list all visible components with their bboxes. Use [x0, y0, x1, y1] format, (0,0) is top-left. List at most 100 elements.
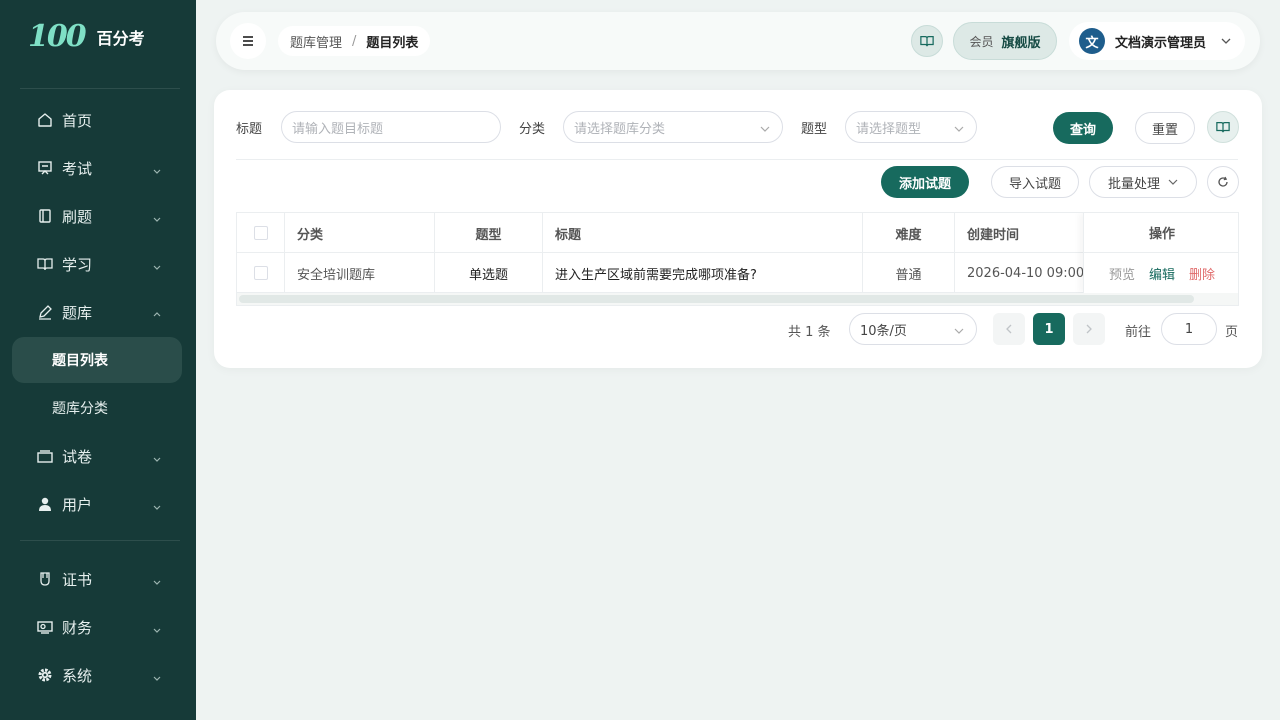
hamburger-icon	[243, 36, 253, 46]
column-header-type[interactable]: 题型	[435, 213, 543, 253]
chevron-down-icon	[1168, 179, 1178, 185]
column-header-actions: 操作	[1084, 213, 1238, 253]
user-menu[interactable]: 文 文档演示管理员	[1069, 22, 1245, 60]
page-number-button[interactable]: 1	[1033, 313, 1065, 345]
category-select[interactable]: 请选择题库分类	[563, 111, 783, 143]
select-all-cell	[237, 213, 285, 253]
sidebar-item-finance[interactable]: 财务	[12, 604, 182, 650]
sidebar-item-label: 系统	[62, 666, 93, 685]
logo-mark: 100	[28, 19, 87, 54]
sidebar-item-label: 试卷	[62, 447, 93, 466]
chevron-down-icon	[954, 325, 964, 340]
delete-link[interactable]: 删除	[1189, 264, 1215, 283]
type-select[interactable]: 请选择题型	[845, 111, 977, 143]
edit-link[interactable]: 编辑	[1149, 264, 1175, 283]
docs-button[interactable]	[911, 25, 943, 57]
finance-icon	[36, 618, 54, 636]
sidebar-item-exam[interactable]: 考试	[12, 145, 182, 191]
sidebar-item-certificates[interactable]: 证书	[12, 556, 182, 602]
title-filter-label: 标题	[236, 122, 263, 137]
user-name: 文档演示管理员	[1115, 35, 1207, 51]
batch-actions-label: 批量处理	[1107, 176, 1160, 192]
breadcrumb: 题库管理 / 题目列表	[278, 26, 431, 56]
sidebar-item-label: 题库分类	[52, 401, 108, 417]
sidebar: 100 百分考 首页 考试 刷题 学习 题库 题目列表 题库分类 试卷 用户 证…	[0, 0, 196, 720]
sidebar-item-papers[interactable]: 试卷	[12, 433, 182, 479]
chevron-right-icon	[1086, 324, 1092, 334]
total-count: 共 1 条	[788, 325, 831, 340]
row-actions: 预览 编辑 删除	[1084, 253, 1238, 293]
goto-page-input[interactable]: 1	[1161, 313, 1217, 345]
paper-icon	[36, 447, 54, 465]
title-search-input[interactable]: 请输入题目标题	[281, 111, 501, 143]
sidebar-item-question-bank[interactable]: 题库	[12, 289, 182, 335]
page-suffix: 页	[1225, 325, 1239, 340]
sidebar-item-label: 证书	[62, 570, 93, 589]
member-plan: 旗舰版	[1001, 35, 1041, 51]
reset-button[interactable]: 重置	[1135, 112, 1195, 144]
avatar: 文	[1079, 28, 1105, 54]
row-checkbox[interactable]	[253, 266, 268, 280]
divider	[20, 88, 180, 89]
chevron-up-icon	[152, 306, 162, 324]
chevron-down-icon	[152, 573, 162, 591]
title-input-placeholder: 请输入题目标题	[292, 121, 384, 137]
chevron-down-icon	[1221, 38, 1231, 44]
divider	[20, 540, 180, 541]
type-filter-label: 题型	[801, 122, 828, 137]
sidebar-item-label: 学习	[62, 255, 93, 274]
sidebar-item-question-list[interactable]: 题目列表	[12, 337, 182, 383]
breadcrumb-current: 题目列表	[366, 35, 419, 51]
logo[interactable]: 100 百分考	[28, 22, 145, 52]
book-icon	[36, 255, 54, 273]
chevron-down-icon	[152, 210, 162, 228]
prev-page-button[interactable]	[993, 313, 1025, 345]
preview-link[interactable]: 预览	[1109, 264, 1135, 283]
select-all-checkbox[interactable]	[253, 226, 268, 240]
add-question-button[interactable]: 添加试题	[881, 166, 969, 198]
exam-icon	[36, 159, 54, 177]
sidebar-item-practice[interactable]: 刷题	[12, 193, 182, 239]
next-page-button[interactable]	[1073, 313, 1105, 345]
gear-icon	[36, 666, 54, 684]
refresh-button[interactable]	[1207, 166, 1239, 198]
column-header-difficulty[interactable]: 难度	[863, 213, 955, 253]
chevron-left-icon	[1006, 324, 1012, 334]
pen-icon	[36, 303, 54, 321]
sidebar-item-system[interactable]: 系统	[12, 652, 182, 698]
refresh-icon	[1218, 176, 1228, 187]
column-settings-button[interactable]	[1207, 111, 1239, 143]
row-select-cell	[237, 253, 285, 293]
goto-page-value: 1	[1184, 321, 1194, 337]
import-questions-button[interactable]: 导入试题	[991, 166, 1079, 198]
page-size-select[interactable]: 10条/页	[849, 313, 977, 345]
batch-actions-button[interactable]: 批量处理	[1089, 166, 1197, 198]
practice-icon	[36, 207, 54, 225]
menu-toggle-button[interactable]	[230, 23, 266, 59]
chevron-down-icon	[152, 621, 162, 639]
sidebar-item-home[interactable]: 首页	[12, 97, 182, 143]
scrollbar-thumb[interactable]	[239, 295, 1194, 303]
sidebar-item-bank-category[interactable]: 题库分类	[12, 385, 182, 431]
cell-difficulty: 普通	[863, 253, 955, 293]
chevron-down-icon	[152, 450, 162, 468]
type-select-placeholder: 请选择题型	[856, 121, 922, 137]
member-label: 会员	[969, 34, 994, 49]
sidebar-item-users[interactable]: 用户	[12, 481, 182, 527]
page-size-value: 10条/页	[860, 323, 907, 339]
cell-category: 安全培训题库	[285, 253, 435, 293]
membership-badge[interactable]: 会员 旗舰版	[953, 22, 1057, 60]
column-header-title[interactable]: 标题	[543, 213, 863, 253]
category-filter-label: 分类	[519, 122, 546, 137]
breadcrumb-item[interactable]: 题库管理	[290, 32, 342, 51]
chevron-down-icon	[152, 498, 162, 516]
chevron-down-icon	[954, 123, 964, 138]
column-header-category[interactable]: 分类	[285, 213, 435, 253]
search-button[interactable]: 查询	[1053, 112, 1113, 144]
chevron-down-icon	[152, 669, 162, 687]
sidebar-item-label: 题目列表	[52, 353, 108, 369]
sidebar-item-study[interactable]: 学习	[12, 241, 182, 287]
horizontal-scrollbar[interactable]	[237, 293, 1238, 305]
category-select-placeholder: 请选择题库分类	[574, 121, 666, 137]
book-icon	[920, 36, 934, 47]
